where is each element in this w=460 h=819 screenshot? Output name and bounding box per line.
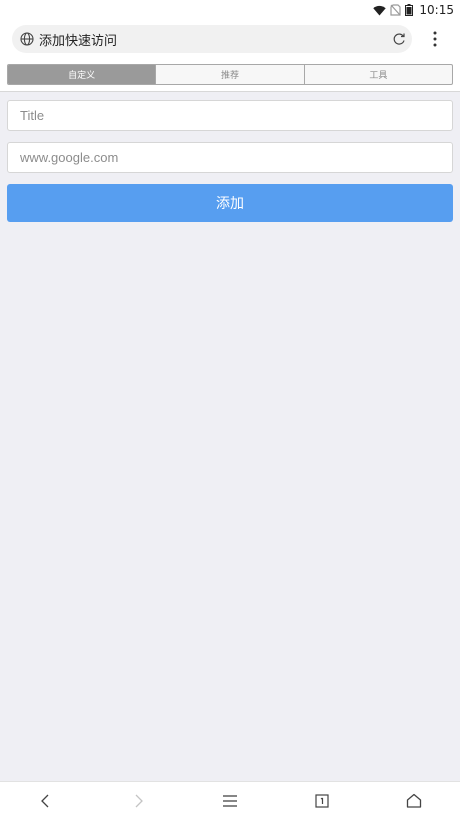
back-button[interactable] (36, 791, 56, 811)
reload-icon[interactable] (392, 32, 406, 46)
more-vertical-icon[interactable] (428, 30, 442, 48)
home-button[interactable] (404, 791, 424, 811)
menu-icon (223, 795, 237, 807)
globe-icon (20, 32, 34, 46)
tab-recommended[interactable]: 推荐 (156, 65, 305, 84)
menu-button[interactable] (220, 791, 240, 811)
url-input[interactable] (7, 142, 453, 173)
tab-custom[interactable]: 自定义 (8, 65, 157, 84)
title-input[interactable] (7, 100, 453, 131)
forward-button[interactable] (128, 791, 148, 811)
segmented-tabs: 自定义 推荐 工具 (7, 64, 453, 85)
home-icon (406, 793, 422, 808)
status-bar: 10:15 (0, 0, 460, 20)
status-time: 10:15 (419, 3, 454, 17)
add-button[interactable]: 添加 (7, 184, 453, 222)
address-bar-title: 添加快速访问 (39, 34, 118, 49)
tab-tools[interactable]: 工具 (305, 65, 452, 84)
tabs-icon (315, 794, 329, 808)
bottom-nav (0, 781, 460, 819)
forward-icon (135, 794, 143, 808)
tabs-container: 自定义 推荐 工具 (0, 58, 460, 92)
wifi-icon (373, 5, 387, 15)
browser-toolbar: 添加快速访问 (0, 20, 460, 58)
no-sim-icon (390, 4, 402, 16)
tabs-button[interactable] (312, 791, 332, 811)
address-bar[interactable]: 添加快速访问 (12, 25, 412, 53)
back-icon (41, 794, 49, 808)
battery-icon (405, 4, 414, 16)
